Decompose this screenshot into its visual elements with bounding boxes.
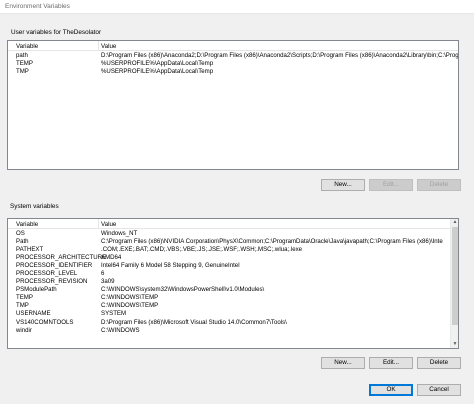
- cancel-button[interactable]: Cancel: [417, 384, 461, 396]
- scroll-up-arrow-icon[interactable]: ▲: [452, 219, 458, 226]
- variable-name: USERNAME: [16, 310, 51, 318]
- variable-value: C:\Program Files (x86)\NVIDIA Corporatio…: [101, 237, 443, 245]
- table-row[interactable]: TMP %USERPROFILE%\AppData\Local\Temp: [8, 67, 458, 75]
- variable-value: AMD64: [101, 253, 122, 261]
- table-row[interactable]: USERNAME SYSTEM: [8, 310, 458, 318]
- variable-value: Windows_NT: [101, 229, 138, 237]
- table-row[interactable]: PROCESSOR_IDENTIFIER Intel64 Family 6 Mod…: [8, 261, 458, 269]
- table-row[interactable]: PROCESSOR_REVISION 3a09: [8, 278, 458, 286]
- system-variables-label: System variables: [10, 203, 59, 210]
- table-row[interactable]: PATHEXT .COM;.EXE;.BAT;.CMD;.VBS;.VBE;.JS…: [8, 245, 458, 253]
- variable-name: VS140COMNTOOLS: [16, 318, 74, 326]
- variable-name: Path: [16, 237, 29, 245]
- table-row[interactable]: TMP C:\WINDOWS\TEMP: [8, 302, 458, 310]
- table-row[interactable]: PROCESSOR_ARCHITECTURE AMD64: [8, 253, 458, 261]
- variable-name: PSModulePath: [16, 286, 57, 294]
- column-separator[interactable]: [98, 219, 99, 229]
- variable-value: D:\Program Files (x86)\Anaconda2;D:\Prog…: [101, 51, 459, 59]
- variable-value: D:\Program Files (x86)\Microsoft Visual …: [101, 318, 287, 326]
- system-list-scrollbar[interactable]: ▲ ▼: [450, 219, 458, 348]
- table-row[interactable]: path D:\Program Files (x86)\Anaconda2;D:\…: [8, 51, 458, 59]
- variable-name: PROCESSOR_REVISION: [16, 278, 88, 286]
- table-row[interactable]: Path C:\Program Files (x86)\NVIDIA Corpor…: [8, 237, 458, 245]
- variable-name: PATHEXT: [16, 245, 44, 253]
- variable-value: 3a09: [101, 278, 115, 286]
- variable-value: %USERPROFILE%\AppData\Local\Temp: [101, 59, 214, 67]
- column-header-variable[interactable]: Variable: [16, 43, 38, 50]
- title-bar[interactable]: Environment Variables: [0, 0, 474, 14]
- column-header-variable[interactable]: Variable: [16, 221, 38, 228]
- system-list-header: Variable Value: [8, 219, 458, 229]
- variable-value: SYSTEM: [101, 310, 127, 318]
- ok-button[interactable]: OK: [369, 384, 413, 396]
- variable-value: C:\WINDOWS\TEMP: [101, 294, 159, 302]
- table-row[interactable]: PROCESSOR_LEVEL 6: [8, 269, 458, 277]
- variable-name: path: [16, 51, 28, 59]
- variable-value: Intel64 Family 6 Model 58 Stepping 9, Ge…: [101, 261, 240, 269]
- user-variables-label: User variables for TheDesolator: [11, 29, 102, 36]
- table-row[interactable]: PSModulePath C:\WINDOWS\system32\WindowsP…: [8, 286, 458, 294]
- user-new-button[interactable]: New...: [321, 179, 365, 191]
- variable-name: TEMP: [16, 59, 33, 67]
- system-rows: OS Windows_NT Path C:\Program Files (x86)\N…: [8, 229, 458, 334]
- user-delete-button[interactable]: Delete: [417, 179, 461, 191]
- table-row[interactable]: OS Windows_NT: [8, 229, 458, 237]
- column-header-value[interactable]: Value: [101, 221, 116, 228]
- variable-value: %USERPROFILE%\AppData\Local\Temp: [101, 67, 214, 75]
- variable-value: C:\WINDOWS: [101, 326, 140, 334]
- table-row[interactable]: VS140COMNTOOLS D:\Program Files (x86)\Mic…: [8, 318, 458, 326]
- variable-name: windir: [16, 326, 32, 334]
- system-edit-button[interactable]: Edit...: [369, 357, 413, 369]
- user-edit-button[interactable]: Edit...: [369, 179, 413, 191]
- table-row[interactable]: TEMP %USERPROFILE%\AppData\Local\Temp: [8, 59, 458, 67]
- user-rows: path D:\Program Files (x86)\Anaconda2;D:\…: [8, 51, 458, 75]
- variable-value: C:\WINDOWS\TEMP: [101, 302, 159, 310]
- variable-name: TEMP: [16, 294, 33, 302]
- variable-value: 6: [101, 269, 105, 277]
- variable-name: TMP: [16, 67, 29, 75]
- system-new-button[interactable]: New...: [321, 357, 365, 369]
- variable-name: OS: [16, 229, 25, 237]
- dialog-body: User variables for TheDesolator Variable…: [0, 14, 474, 404]
- user-list-header: Variable Value: [8, 41, 458, 51]
- scroll-thumb[interactable]: [452, 227, 458, 325]
- variable-value: C:\WINDOWS\system32\WindowsPowerShell\v1…: [101, 286, 265, 294]
- variable-name: PROCESSOR_LEVEL: [16, 269, 78, 277]
- system-variables-list[interactable]: Variable Value OS Windows_NT Path C:\Progra…: [7, 218, 459, 349]
- scroll-down-arrow-icon[interactable]: ▼: [452, 341, 458, 348]
- table-row[interactable]: windir C:\WINDOWS: [8, 326, 458, 334]
- system-delete-button[interactable]: Delete: [417, 357, 461, 369]
- variable-value: .COM;.EXE;.BAT;.CMD;.VBS;.VBE;.JS;.JSE;.…: [101, 245, 303, 253]
- column-separator[interactable]: [98, 41, 99, 51]
- user-variables-list[interactable]: Variable Value path D:\Program Files (x86…: [7, 40, 459, 170]
- column-header-value[interactable]: Value: [101, 43, 116, 50]
- variable-name: PROCESSOR_ARCHITECTURE: [16, 253, 107, 261]
- window-title: Environment Variables: [5, 3, 70, 10]
- variable-name: PROCESSOR_IDENTIFIER: [16, 261, 93, 269]
- variable-name: TMP: [16, 302, 29, 310]
- table-row[interactable]: TEMP C:\WINDOWS\TEMP: [8, 294, 458, 302]
